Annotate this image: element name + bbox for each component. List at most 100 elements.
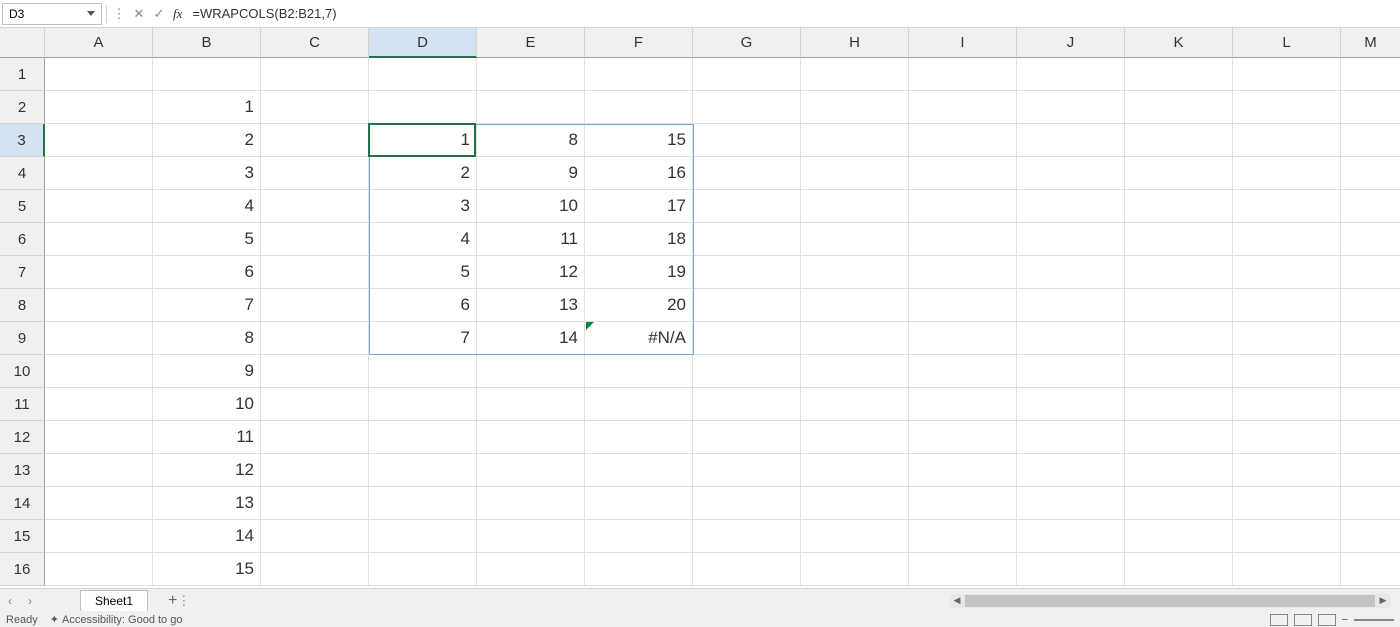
cell-A9[interactable]: [45, 322, 153, 355]
page-layout-button[interactable]: [1294, 614, 1312, 626]
enter-icon[interactable]: ✓: [149, 3, 169, 25]
cell-K9[interactable]: [1125, 322, 1233, 355]
cell-L15[interactable]: [1233, 520, 1341, 553]
col-header-F[interactable]: F: [585, 28, 693, 58]
cell-I8[interactable]: [909, 289, 1017, 322]
cell-A3[interactable]: [45, 124, 153, 157]
cell-F12[interactable]: [585, 421, 693, 454]
cell-E5[interactable]: 10: [477, 190, 585, 223]
cell-G11[interactable]: [693, 388, 801, 421]
cell-M3[interactable]: [1341, 124, 1400, 157]
cell-K5[interactable]: [1125, 190, 1233, 223]
row-header-13[interactable]: 13: [0, 454, 45, 487]
cell-B10[interactable]: 9: [153, 355, 261, 388]
cell-C10[interactable]: [261, 355, 369, 388]
prev-sheet-button[interactable]: ‹: [0, 594, 20, 608]
cell-F10[interactable]: [585, 355, 693, 388]
add-sheet-button[interactable]: +: [168, 592, 177, 610]
cell-A7[interactable]: [45, 256, 153, 289]
cell-H13[interactable]: [801, 454, 909, 487]
cell-F16[interactable]: [585, 553, 693, 586]
cell-I14[interactable]: [909, 487, 1017, 520]
cell-C3[interactable]: [261, 124, 369, 157]
cell-G3[interactable]: [693, 124, 801, 157]
cell-H16[interactable]: [801, 553, 909, 586]
cell-M6[interactable]: [1341, 223, 1400, 256]
cell-F11[interactable]: [585, 388, 693, 421]
cell-F1[interactable]: [585, 58, 693, 91]
cell-L9[interactable]: [1233, 322, 1341, 355]
cell-I4[interactable]: [909, 157, 1017, 190]
cell-E7[interactable]: 12: [477, 256, 585, 289]
cell-C4[interactable]: [261, 157, 369, 190]
cell-F8[interactable]: 20: [585, 289, 693, 322]
cell-L7[interactable]: [1233, 256, 1341, 289]
cell-H5[interactable]: [801, 190, 909, 223]
row-header-11[interactable]: 11: [0, 388, 45, 421]
cell-A4[interactable]: [45, 157, 153, 190]
cell-K8[interactable]: [1125, 289, 1233, 322]
row-header-8[interactable]: 8: [0, 289, 45, 322]
row-header-5[interactable]: 5: [0, 190, 45, 223]
cell-E13[interactable]: [477, 454, 585, 487]
cell-J3[interactable]: [1017, 124, 1125, 157]
col-header-B[interactable]: B: [153, 28, 261, 58]
cell-F5[interactable]: 17: [585, 190, 693, 223]
cell-K16[interactable]: [1125, 553, 1233, 586]
cell-L5[interactable]: [1233, 190, 1341, 223]
cell-C8[interactable]: [261, 289, 369, 322]
cell-L12[interactable]: [1233, 421, 1341, 454]
cell-E4[interactable]: 9: [477, 157, 585, 190]
horizontal-scrollbar[interactable]: ◀ ▶: [950, 594, 1390, 608]
cell-H9[interactable]: [801, 322, 909, 355]
cell-G10[interactable]: [693, 355, 801, 388]
sheet-tab-active[interactable]: Sheet1: [80, 590, 148, 611]
cell-C15[interactable]: [261, 520, 369, 553]
cell-K6[interactable]: [1125, 223, 1233, 256]
cell-K1[interactable]: [1125, 58, 1233, 91]
col-header-G[interactable]: G: [693, 28, 801, 58]
cell-H11[interactable]: [801, 388, 909, 421]
cell-K2[interactable]: [1125, 91, 1233, 124]
row-header-6[interactable]: 6: [0, 223, 45, 256]
cell-E9[interactable]: 14: [477, 322, 585, 355]
cell-L3[interactable]: [1233, 124, 1341, 157]
cell-B8[interactable]: 7: [153, 289, 261, 322]
cell-E2[interactable]: [477, 91, 585, 124]
row-header-14[interactable]: 14: [0, 487, 45, 520]
cell-M11[interactable]: [1341, 388, 1400, 421]
cell-E10[interactable]: [477, 355, 585, 388]
cell-M5[interactable]: [1341, 190, 1400, 223]
cell-I5[interactable]: [909, 190, 1017, 223]
cell-B16[interactable]: 15: [153, 553, 261, 586]
cell-J5[interactable]: [1017, 190, 1125, 223]
cell-H4[interactable]: [801, 157, 909, 190]
cell-D16[interactable]: [369, 553, 477, 586]
cell-I12[interactable]: [909, 421, 1017, 454]
tab-more-icon[interactable]: ⋮: [177, 593, 190, 609]
cell-C14[interactable]: [261, 487, 369, 520]
cell-L6[interactable]: [1233, 223, 1341, 256]
cell-M10[interactable]: [1341, 355, 1400, 388]
cell-M14[interactable]: [1341, 487, 1400, 520]
cancel-icon[interactable]: ✕: [129, 3, 149, 25]
cell-B15[interactable]: 14: [153, 520, 261, 553]
col-header-E[interactable]: E: [477, 28, 585, 58]
cell-G16[interactable]: [693, 553, 801, 586]
cell-I2[interactable]: [909, 91, 1017, 124]
cell-C11[interactable]: [261, 388, 369, 421]
cell-F6[interactable]: 18: [585, 223, 693, 256]
cell-B3[interactable]: 2: [153, 124, 261, 157]
cell-K12[interactable]: [1125, 421, 1233, 454]
cell-A14[interactable]: [45, 487, 153, 520]
cell-H12[interactable]: [801, 421, 909, 454]
more-options-icon[interactable]: ⋮: [109, 3, 129, 25]
cell-E15[interactable]: [477, 520, 585, 553]
row-header-9[interactable]: 9: [0, 322, 45, 355]
cell-J16[interactable]: [1017, 553, 1125, 586]
cell-E1[interactable]: [477, 58, 585, 91]
cell-B11[interactable]: 10: [153, 388, 261, 421]
cell-B4[interactable]: 3: [153, 157, 261, 190]
cell-C13[interactable]: [261, 454, 369, 487]
col-header-I[interactable]: I: [909, 28, 1017, 58]
